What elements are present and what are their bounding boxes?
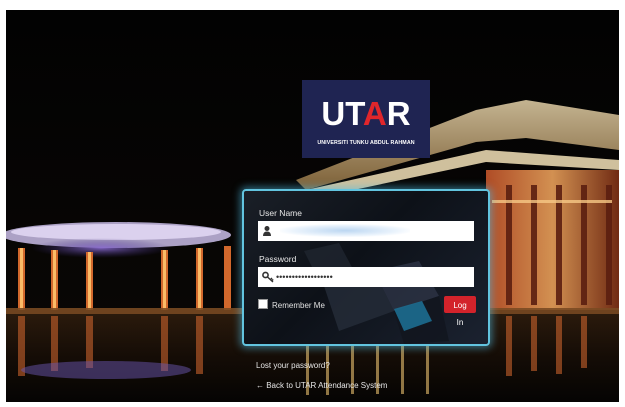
password-input[interactable] bbox=[276, 267, 472, 287]
utar-logo: UTAR UNIVERSITI TUNKU ABDUL RAHMAN bbox=[302, 80, 430, 158]
remember-label: Remember Me bbox=[272, 301, 325, 310]
password-label: Password bbox=[259, 254, 297, 264]
password-field[interactable] bbox=[258, 267, 474, 287]
logo-wordmark: UTAR bbox=[321, 95, 411, 132]
login-button[interactable]: Log In bbox=[444, 296, 476, 327]
logo-accent-letter: A bbox=[362, 95, 387, 132]
remember-checkbox[interactable] bbox=[258, 299, 268, 309]
login-screen: UTAR UNIVERSITI TUNKU ABDUL RAHMAN User … bbox=[6, 10, 619, 402]
username-label: User Name bbox=[259, 208, 302, 218]
back-to-site-link[interactable]: ← Back to UTAR Attendance System bbox=[256, 381, 387, 390]
user-icon bbox=[263, 226, 271, 236]
key-icon bbox=[262, 271, 274, 283]
remember-me[interactable]: Remember Me bbox=[258, 299, 325, 310]
lost-password-link[interactable]: Lost your password? bbox=[256, 361, 330, 370]
login-form: User Name Password Remember Me Log In bbox=[242, 189, 490, 346]
building-body-right bbox=[486, 170, 619, 310]
logo-subtitle: UNIVERSITI TUNKU ABDUL RAHMAN bbox=[317, 140, 415, 146]
username-field[interactable] bbox=[258, 221, 474, 241]
username-input[interactable] bbox=[276, 221, 472, 241]
